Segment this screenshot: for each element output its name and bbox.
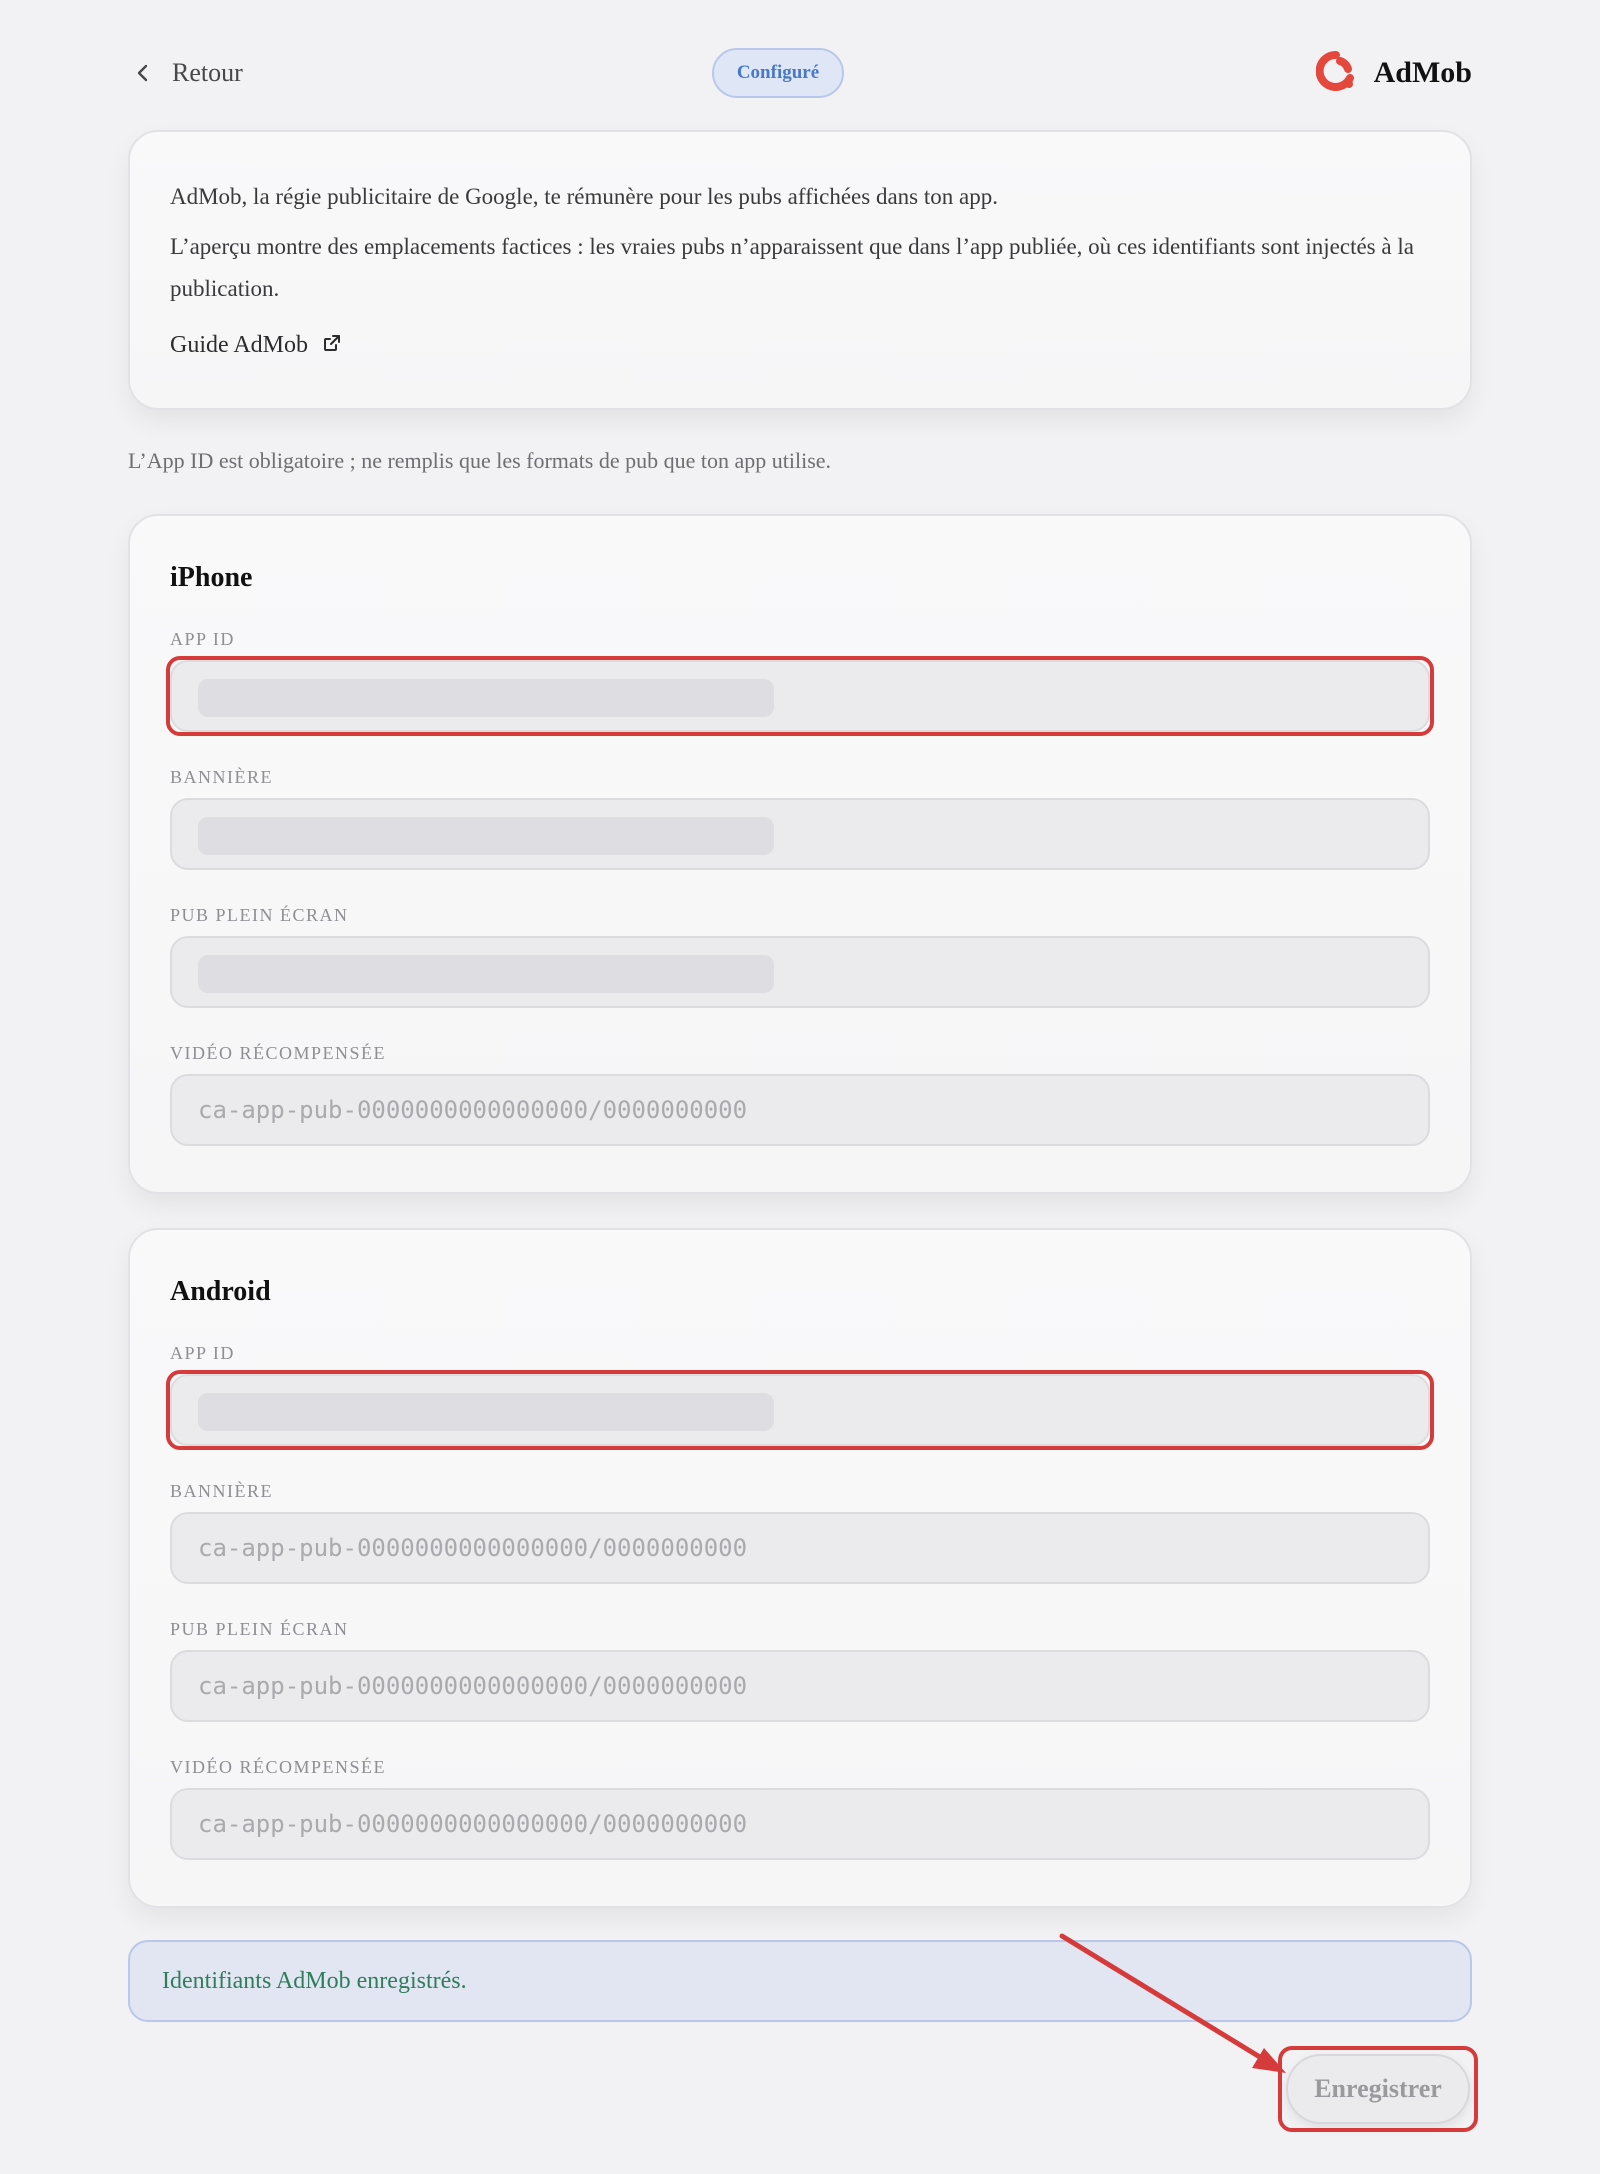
field-label: PUB PLEIN ÉCRAN bbox=[170, 1619, 349, 1639]
ios-app-id-field: APP ID bbox=[166, 602, 1434, 736]
masked-value bbox=[198, 1393, 774, 1431]
ios-interstitial-input-box bbox=[170, 936, 1430, 1008]
status-badge: Configuré bbox=[712, 48, 844, 98]
chevron-left-icon bbox=[128, 58, 158, 88]
field-label: BANNIÈRE bbox=[170, 1481, 273, 1501]
admob-logo-icon bbox=[1315, 50, 1356, 96]
admob-settings-page: Retour Configuré AdMob AdMob, la régie p… bbox=[128, 0, 1478, 2132]
back-button[interactable]: Retour bbox=[128, 52, 243, 94]
ios-app-id-input-box bbox=[166, 656, 1434, 736]
save-area: Enregistrer bbox=[1278, 2046, 1478, 2132]
android-app-id-input-box bbox=[166, 1370, 1434, 1450]
ios-rewarded-input-box bbox=[170, 1074, 1430, 1146]
android-banner-field: BANNIÈRE bbox=[170, 1446, 1430, 1584]
back-label: Retour bbox=[172, 58, 243, 87]
brand-name: AdMob bbox=[1373, 56, 1472, 89]
field-label: VIDÉO RÉCOMPENSÉE bbox=[170, 1043, 387, 1063]
intro-card: AdMob, la régie publicitaire de Google, … bbox=[128, 130, 1472, 410]
field-label: PUB PLEIN ÉCRAN bbox=[170, 905, 349, 925]
iphone-section: iPhone APP ID BANNIÈRE PUB PLEIN ÉCRAN V… bbox=[128, 514, 1472, 1194]
field-label: BANNIÈRE bbox=[170, 767, 273, 787]
field-label: VIDÉO RÉCOMPENSÉE bbox=[170, 1757, 387, 1777]
save-button[interactable]: Enregistrer bbox=[1286, 2054, 1470, 2124]
brand: AdMob bbox=[1315, 50, 1472, 96]
masked-value bbox=[198, 679, 774, 717]
android-rewarded-input-box bbox=[170, 1788, 1430, 1860]
header: Retour Configuré AdMob bbox=[128, 0, 1472, 146]
android-app-id-field: APP ID bbox=[166, 1316, 1434, 1450]
android-rewarded-input[interactable] bbox=[198, 1810, 1402, 1838]
external-link-icon bbox=[322, 333, 342, 358]
intro-text: AdMob, la régie publicitaire de Google, … bbox=[170, 184, 998, 209]
field-label: APP ID bbox=[170, 1343, 235, 1363]
android-interstitial-field: PUB PLEIN ÉCRAN bbox=[170, 1584, 1430, 1722]
android-rewarded-field: VIDÉO RÉCOMPENSÉE bbox=[170, 1722, 1430, 1860]
ios-rewarded-input[interactable] bbox=[198, 1096, 1402, 1124]
android-banner-input-box bbox=[170, 1512, 1430, 1584]
ios-interstitial-field: PUB PLEIN ÉCRAN bbox=[170, 870, 1430, 1008]
guide-label: Guide AdMob bbox=[170, 332, 308, 358]
preview-note: L’aperçu montre des emplacements factice… bbox=[170, 234, 1414, 301]
field-label: APP ID bbox=[170, 629, 235, 649]
android-section: Android APP ID BANNIÈRE PUB PLEIN ÉCRAN … bbox=[128, 1228, 1472, 1908]
hint-text: L’App ID est obligatoire ; ne remplis qu… bbox=[128, 448, 832, 473]
admob-guide-link[interactable]: Guide AdMob bbox=[170, 332, 342, 359]
android-interstitial-input-box bbox=[170, 1650, 1430, 1722]
success-toast: Identifiants AdMob enregistrés. bbox=[128, 1940, 1472, 2022]
android-interstitial-input[interactable] bbox=[198, 1672, 1402, 1700]
ios-banner-field: BANNIÈRE bbox=[170, 732, 1430, 870]
ios-rewarded-field: VIDÉO RÉCOMPENSÉE bbox=[170, 1008, 1430, 1146]
masked-value bbox=[198, 817, 774, 855]
android-banner-input[interactable] bbox=[198, 1534, 1402, 1562]
section-title: iPhone bbox=[170, 562, 253, 593]
section-title: Android bbox=[170, 1276, 271, 1307]
ios-banner-input-box bbox=[170, 798, 1430, 870]
masked-value bbox=[198, 955, 774, 993]
